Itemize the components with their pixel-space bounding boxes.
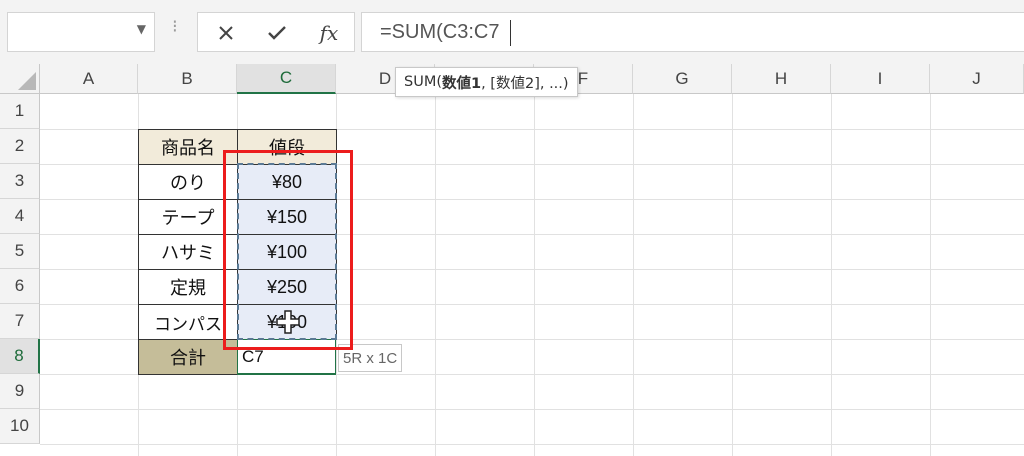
row-header-4[interactable]: 4 [0, 199, 40, 234]
gridline [534, 94, 535, 456]
check-icon [268, 26, 286, 40]
gridline [732, 94, 733, 456]
chevron-down-icon[interactable]: ▼ [137, 22, 146, 36]
column-header-j[interactable]: J [930, 64, 1024, 94]
column-header-h[interactable]: H [732, 64, 831, 94]
row-header-6[interactable]: 6 [0, 269, 40, 304]
total-label-cell[interactable]: 合計 [138, 339, 238, 375]
row-header-1[interactable]: 1 [0, 94, 40, 129]
formula-text: =SUM(C3:C7 [380, 21, 500, 43]
formula-input[interactable]: =SUM(C3:C7 [361, 12, 1024, 52]
row-header-7[interactable]: 7 [0, 304, 40, 339]
insert-function-button[interactable]: fx [306, 13, 352, 53]
row-header-10[interactable]: 10 [0, 409, 40, 444]
remaining-arguments: , [数値2], ...) [481, 75, 569, 92]
formula-buttons: fx [197, 12, 355, 52]
table-header-name[interactable]: 商品名 [138, 129, 238, 165]
gridline [633, 94, 634, 456]
table-header-price[interactable]: 値段 [237, 129, 337, 165]
row-header-5[interactable]: 5 [0, 234, 40, 269]
text-caret [510, 20, 511, 46]
select-all-button[interactable] [0, 64, 40, 94]
item-price-cell[interactable]: ¥80 [237, 164, 337, 200]
item-price-cell[interactable]: ¥100 [237, 234, 337, 270]
item-name-cell[interactable]: のり [138, 164, 238, 200]
worksheet-grid[interactable]: A B C D E F G H I J 1 2 3 4 5 6 7 8 9 10… [0, 64, 1024, 456]
fx-icon: fx [319, 21, 339, 45]
function-argument-tooltip[interactable]: SUM(数値1, [数値2], ...) [395, 67, 578, 97]
column-header-a[interactable]: A [40, 64, 138, 94]
function-name: SUM( [404, 74, 442, 90]
name-box[interactable]: ▼ [7, 12, 155, 52]
gridline [435, 94, 436, 456]
close-icon [219, 26, 233, 40]
gridline [930, 94, 931, 456]
item-name-cell[interactable]: 定規 [138, 269, 238, 305]
row-header-9[interactable]: 9 [0, 374, 40, 409]
enter-button[interactable] [254, 13, 300, 53]
active-edit-cell[interactable]: C7 [237, 339, 336, 375]
current-argument[interactable]: 数値1 [442, 72, 481, 93]
formula-bar: ▼ ⁝ fx =SUM(C3:C7 [0, 0, 1024, 64]
gridline [40, 409, 1024, 410]
gridline [40, 444, 1024, 445]
row-header-8[interactable]: 8 [0, 339, 40, 374]
range-size-tooltip: 5R x 1C [338, 344, 403, 372]
column-header-b[interactable]: B [138, 64, 237, 94]
column-header-g[interactable]: G [633, 64, 732, 94]
item-price-cell[interactable]: ¥150 [237, 199, 337, 235]
more-options-icon[interactable]: ⁝ [172, 18, 178, 36]
item-name-cell[interactable]: コンパス [138, 304, 238, 340]
row-header-3[interactable]: 3 [0, 164, 40, 199]
column-header-i[interactable]: I [831, 64, 930, 94]
column-header-c[interactable]: C [237, 64, 336, 94]
gridline [831, 94, 832, 456]
move-cursor-icon [276, 310, 300, 334]
row-header-2[interactable]: 2 [0, 129, 40, 164]
item-name-cell[interactable]: ハサミ [138, 234, 238, 270]
item-name-cell[interactable]: テープ [138, 199, 238, 235]
item-price-cell[interactable]: ¥250 [237, 269, 337, 305]
cancel-button[interactable] [203, 13, 249, 53]
